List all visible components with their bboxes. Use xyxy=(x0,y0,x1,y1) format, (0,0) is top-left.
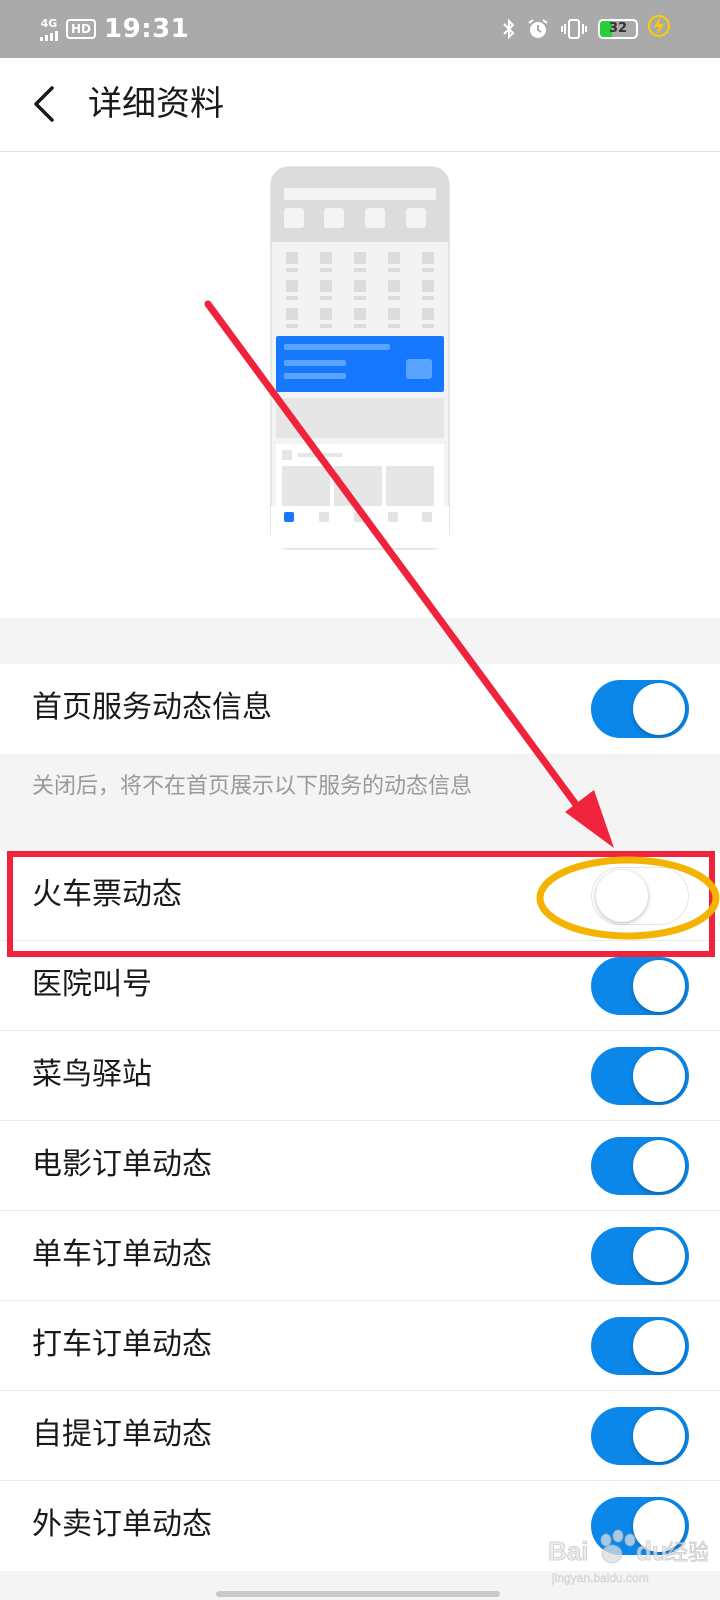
service-row: 自提订单动态 xyxy=(0,1391,720,1481)
hd-badge: HD xyxy=(66,19,97,39)
service-row: 单车订单动态 xyxy=(0,1211,720,1301)
service-toggle[interactable] xyxy=(591,1317,689,1375)
service-toggle[interactable] xyxy=(591,1047,689,1105)
annotation-arrowhead xyxy=(565,790,614,848)
service-toggle[interactable] xyxy=(591,1227,689,1285)
service-toggle[interactable] xyxy=(591,867,689,925)
hint-text: 关闭后，将不在首页展示以下服务的动态信息 xyxy=(32,774,473,799)
main-service-toggle-label: 首页服务动态信息 xyxy=(32,690,272,725)
service-label: 电影订单动态 xyxy=(32,1147,212,1182)
network-indicator: 4G xyxy=(40,18,58,41)
alarm-icon xyxy=(526,17,550,41)
status-bar: 4G HD 19:31 32 xyxy=(0,0,720,58)
battery-label: 32 xyxy=(608,21,628,36)
title-bar: 详细资料 xyxy=(0,58,720,152)
charging-icon xyxy=(648,13,670,45)
toggle-knob xyxy=(633,1140,685,1192)
toggle-knob xyxy=(633,1050,685,1102)
vibrate-icon xyxy=(560,17,588,41)
service-label: 单车订单动态 xyxy=(32,1237,212,1272)
service-list: 火车票动态医院叫号菜鸟驿站电影订单动态 单车订单动态 打车订单动态 自提订单动态 外卖订… xyxy=(0,851,720,1571)
toggle-knob xyxy=(633,1320,685,1372)
network-label: 4G xyxy=(40,16,58,30)
service-toggle[interactable] xyxy=(591,1407,689,1465)
bluetooth-icon xyxy=(502,17,516,41)
battery-icon: 32 xyxy=(598,19,638,39)
service-label: 外卖订单动态 xyxy=(32,1507,212,1542)
toggle-knob xyxy=(633,683,685,735)
service-row: 火车票动态 xyxy=(0,851,720,941)
chevron-left-icon[interactable] xyxy=(26,84,62,124)
service-toggle[interactable] xyxy=(591,957,689,1015)
service-label: 打车订单动态 xyxy=(32,1327,212,1362)
service-row: 电影订单动态 xyxy=(0,1121,720,1211)
svg-text:Bai: Bai xyxy=(548,1536,588,1566)
svg-text:jingyan.baidu.com: jingyan.baidu.com xyxy=(551,1571,649,1585)
service-label: 菜鸟驿站 xyxy=(32,1057,152,1092)
status-time: 19:31 xyxy=(104,14,190,44)
baidu-jingyan-watermark: Bai du 经验 jingyan.baidu.com xyxy=(548,1529,708,1585)
status-left: 4G HD 19:31 xyxy=(40,10,189,48)
service-toggle[interactable] xyxy=(591,1137,689,1195)
main-service-toggle-row: 首页服务动态信息 xyxy=(0,664,720,754)
service-row: 医院叫号 xyxy=(0,941,720,1031)
page-title: 详细资料 xyxy=(88,84,224,124)
toggle-knob xyxy=(596,870,648,922)
svg-text:du: du xyxy=(636,1536,668,1566)
service-row: 打车订单动态 xyxy=(0,1301,720,1391)
service-row: 菜鸟驿站 xyxy=(0,1031,720,1121)
home-indicator[interactable] xyxy=(216,1591,500,1597)
main-service-toggle[interactable] xyxy=(591,680,689,738)
homepage-preview-illustration xyxy=(270,166,450,550)
toggle-knob xyxy=(633,1230,685,1282)
signal-icon xyxy=(40,30,58,41)
service-label: 火车票动态 xyxy=(32,877,182,912)
status-right: 32 xyxy=(502,12,670,46)
preview-area xyxy=(0,152,720,618)
svg-text:经验: 经验 xyxy=(666,1541,708,1566)
service-label: 医院叫号 xyxy=(32,967,152,1002)
toggle-knob xyxy=(633,1410,685,1462)
service-label: 自提订单动态 xyxy=(32,1417,212,1452)
toggle-knob xyxy=(633,960,685,1012)
